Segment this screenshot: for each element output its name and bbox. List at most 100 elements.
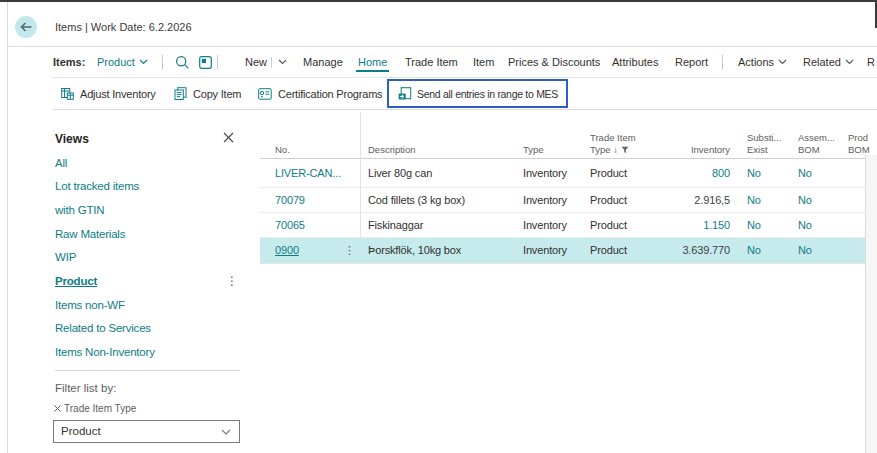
- item-description: Fiskinaggar: [368, 213, 423, 237]
- item-assembly-bom[interactable]: No: [798, 159, 812, 187]
- col-header-description[interactable]: Description: [368, 144, 416, 156]
- item-description: Liver 80g can: [368, 159, 432, 187]
- chevron-down-icon: [221, 429, 231, 436]
- back-button[interactable]: [15, 16, 37, 38]
- item-inventory-link[interactable]: 800: [640, 159, 730, 187]
- view-related-to-services[interactable]: Related to Services: [55, 317, 151, 340]
- adjust-inventory-icon: [61, 87, 74, 100]
- item-inventory-link[interactable]: 1.150: [640, 213, 730, 237]
- view-raw-materials[interactable]: Raw Materials: [55, 223, 125, 246]
- remove-filter-icon[interactable]: [54, 405, 61, 412]
- menu-home[interactable]: Home: [358, 47, 387, 77]
- menu-related[interactable]: Related: [803, 47, 854, 77]
- menu-divider: [217, 55, 218, 69]
- item-assembly-bom[interactable]: No: [798, 188, 812, 212]
- close-icon: [223, 132, 234, 143]
- command-bar: Items: Product New Manage Home Trade Ite…: [0, 47, 877, 77]
- menu-actions[interactable]: Actions: [738, 47, 787, 77]
- item-inventory-link[interactable]: 3.639.770: [640, 238, 730, 263]
- chevron-down-icon: [139, 59, 148, 65]
- send-icon: [398, 87, 412, 100]
- menu-new[interactable]: New: [245, 47, 267, 77]
- item-type: Inventory: [523, 188, 567, 212]
- frozen-column-divider: [360, 112, 361, 238]
- menu-divider: [722, 55, 723, 69]
- col-header-substitutes-exist[interactable]: Substi...Exist: [747, 132, 781, 156]
- chevron-down-icon: [845, 59, 854, 65]
- item-no-link[interactable]: 70065: [275, 213, 305, 237]
- col-header-prod-bom[interactable]: ProdBOM: [848, 132, 870, 156]
- item-substitutes-exist[interactable]: No: [747, 213, 761, 237]
- filter-section-label: Filter list by:: [55, 382, 116, 394]
- chevron-down-icon: [278, 59, 287, 65]
- action-bar-divider: [53, 109, 877, 110]
- view-options-icon[interactable]: ⋮: [226, 270, 236, 293]
- item-substitutes-exist[interactable]: No: [747, 238, 761, 263]
- col-header-inventory[interactable]: Inventory: [640, 144, 730, 156]
- table-row[interactable]: 70079 Cod fillets (3 kg box) Inventory P…: [260, 188, 865, 213]
- views-close-button[interactable]: [223, 132, 235, 144]
- search-button[interactable]: [175, 55, 190, 70]
- view-product[interactable]: Product: [55, 270, 97, 293]
- window-top-border: [0, 0, 877, 2]
- item-assembly-bom[interactable]: No: [798, 213, 812, 237]
- menu-manage[interactable]: Manage: [303, 47, 343, 77]
- table-row-selected[interactable]: 0900 ⋮ Þorskflök, 10kg box Inventory Pro…: [260, 238, 865, 264]
- analyze-button[interactable]: [199, 56, 212, 69]
- menu-divider: [162, 55, 163, 69]
- items-table: No. Description Type Trade ItemType ↓ In…: [260, 112, 865, 264]
- item-trade-item-type: Product: [590, 213, 627, 237]
- sidebar-divider: [55, 370, 240, 371]
- adjust-inventory-button[interactable]: Adjust Inventory: [61, 78, 156, 109]
- menu-report[interactable]: Report: [675, 47, 708, 77]
- row-actions-icon[interactable]: ⋮: [344, 238, 354, 263]
- item-trade-item-type: Product: [590, 238, 627, 263]
- filter-chip[interactable]: Trade Item Type: [54, 403, 136, 414]
- col-header-type[interactable]: Type: [523, 144, 544, 156]
- pane-icon: [199, 56, 212, 69]
- view-selector[interactable]: Product: [97, 47, 148, 77]
- menu-item[interactable]: Item: [473, 47, 494, 77]
- filter-icon: [621, 146, 629, 154]
- view-wip[interactable]: WIP: [55, 246, 76, 269]
- back-arrow-icon: [19, 21, 33, 33]
- item-type: Inventory: [523, 159, 567, 187]
- view-with-gtin[interactable]: with GTIN: [55, 199, 104, 222]
- col-header-no[interactable]: No.: [275, 144, 290, 156]
- item-substitutes-exist[interactable]: No: [747, 159, 761, 187]
- menu-attributes[interactable]: Attributes: [612, 47, 658, 77]
- view-items-non-inventory[interactable]: Items Non-Inventory: [55, 341, 155, 364]
- certification-programs-button[interactable]: Certification Programs: [258, 78, 382, 109]
- view-all[interactable]: All: [55, 152, 67, 175]
- item-no-link[interactable]: LIVER-CAN...: [275, 159, 341, 187]
- item-no-link[interactable]: 0900: [275, 238, 299, 263]
- item-assembly-bom[interactable]: No: [798, 238, 812, 263]
- item-type: Inventory: [523, 213, 567, 237]
- menu-prices-discounts[interactable]: Prices & Discounts: [508, 47, 600, 77]
- trade-item-type-select[interactable]: Product: [53, 420, 240, 443]
- item-trade-item-type: Product: [590, 188, 627, 212]
- new-dropdown[interactable]: [278, 59, 287, 67]
- new-split-divider: [271, 57, 272, 68]
- search-icon: [175, 55, 190, 70]
- item-trade-item-type: Product: [590, 159, 627, 187]
- table-row[interactable]: LIVER-CAN... Liver 80g can Inventory Pro…: [260, 159, 865, 188]
- menu-trade-item[interactable]: Trade Item: [405, 47, 458, 77]
- col-header-assembly-bom[interactable]: Assem...BOM: [798, 132, 835, 156]
- copy-icon: [174, 87, 187, 100]
- chevron-down-icon: [778, 59, 787, 65]
- menu-overflow[interactable]: R: [867, 47, 875, 77]
- sort-descending-icon: ↓: [613, 144, 618, 155]
- item-description: Þorskflök, 10kg box: [368, 238, 461, 263]
- page-title: Items | Work Date: 6.2.2026: [55, 21, 192, 33]
- vertical-scrollbar[interactable]: [865, 155, 877, 453]
- table-row[interactable]: 70065 Fiskinaggar Inventory Product 1.15…: [260, 213, 865, 238]
- copy-item-button[interactable]: Copy Item: [174, 78, 241, 109]
- item-inventory-link[interactable]: 2.916,5: [640, 188, 730, 212]
- col-header-trade-item-type[interactable]: Trade ItemType ↓: [590, 132, 636, 156]
- item-no-link[interactable]: 70079: [275, 188, 305, 212]
- view-lot-tracked[interactable]: Lot tracked items: [55, 175, 139, 198]
- send-to-mes-button[interactable]: Send all entries in range to MES: [387, 79, 568, 108]
- view-items-non-wf[interactable]: Items non-WF: [55, 294, 125, 317]
- item-substitutes-exist[interactable]: No: [747, 188, 761, 212]
